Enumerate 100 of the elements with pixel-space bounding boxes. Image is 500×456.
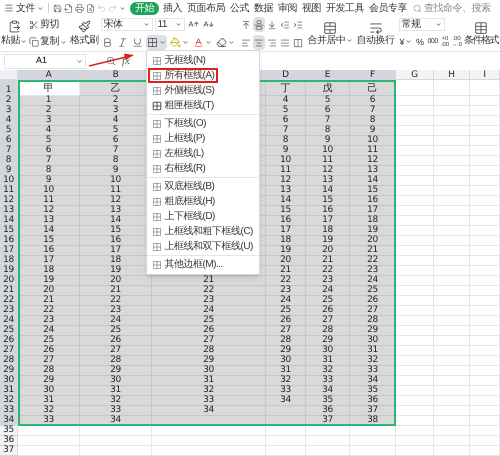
row-header[interactable]: 17 (0, 246, 18, 256)
row-header[interactable]: 3 (0, 106, 18, 116)
row-header[interactable]: 22 (0, 296, 18, 306)
row-header[interactable]: 13 (0, 206, 18, 216)
row-header[interactable]: 18 (0, 256, 18, 266)
table-cell: 23 (306, 276, 350, 286)
row-header[interactable]: 9 (0, 166, 18, 176)
menu-item[interactable]: 无框线(N) (148, 53, 210, 68)
row-header[interactable]: 4 (0, 116, 18, 126)
save-button[interactable] (53, 4, 62, 12)
row-header[interactable]: 33 (0, 406, 18, 416)
wrap-text-button[interactable]: 自动换行 (354, 16, 396, 51)
merge-center-button[interactable]: 合并居中 (306, 16, 354, 51)
ribbon-tab[interactable]: 审阅 (277, 2, 298, 14)
table-cell (396, 80, 434, 96)
row-header[interactable]: 12 (0, 196, 18, 206)
column-header[interactable]: I (470, 70, 500, 80)
ribbon-tab[interactable]: 插入 (162, 2, 183, 14)
row-header[interactable]: 1 (0, 80, 18, 96)
table-cell (434, 106, 470, 116)
row-header[interactable]: 24 (0, 316, 18, 326)
table-cell (396, 306, 434, 316)
ribbon-tab[interactable]: 数据 (253, 2, 274, 14)
number-format-select[interactable]: 常规 (398, 18, 444, 31)
customize-button[interactable] (119, 4, 126, 12)
column-header[interactable]: F (350, 70, 396, 80)
currency-button[interactable]: ¥ (398, 34, 414, 49)
column-header[interactable]: D (266, 70, 306, 80)
table-cell (396, 216, 434, 226)
table-icon (474, 20, 488, 34)
row-header[interactable]: 16 (0, 236, 18, 246)
table-cell: 9 (266, 146, 306, 156)
ribbon-tab[interactable]: 会员专享 (368, 2, 408, 14)
paste-button[interactable]: 粘贴 (2, 16, 26, 51)
row-header[interactable]: 34 (0, 416, 18, 426)
file-menu[interactable]: 文件 (4, 0, 44, 16)
row-header[interactable]: 8 (0, 156, 18, 166)
borders-button[interactable] (146, 35, 166, 50)
ribbon-tab[interactable]: 公式 (229, 2, 250, 14)
ribbon-tab[interactable]: 视图 (301, 2, 322, 14)
cut-button[interactable]: 剪切 (28, 18, 68, 32)
row-header[interactable]: 6 (0, 136, 18, 146)
column-header[interactable]: H (434, 70, 470, 80)
export-button[interactable] (64, 4, 73, 12)
row-header[interactable]: 7 (0, 146, 18, 156)
row-header[interactable]: 21 (0, 286, 18, 296)
column-header[interactable]: A (18, 70, 80, 80)
table-cell (434, 336, 470, 346)
table-cell (434, 296, 470, 306)
conditional-format-button[interactable]: 条件格式 (464, 16, 498, 51)
table-cell: 15 (266, 206, 306, 216)
column-header[interactable]: G (396, 70, 434, 80)
print-preview-button[interactable] (86, 4, 95, 12)
table-cell (470, 126, 500, 136)
table-cell (470, 326, 500, 336)
table-cell (470, 306, 500, 316)
row-header[interactable]: 19 (0, 266, 18, 276)
font-select[interactable]: 宋体 (100, 18, 152, 31)
command-search-field[interactable]: 查找命令、搜索 (413, 0, 490, 16)
table-cell (470, 376, 500, 386)
clear-button[interactable] (214, 35, 236, 50)
menu-item[interactable]: 所有框线(A) (148, 68, 218, 83)
row-header[interactable]: 36 (0, 436, 18, 446)
fill-color-button[interactable] (168, 35, 190, 50)
row-header[interactable]: 35 (0, 426, 18, 436)
column-header[interactable]: E (306, 70, 350, 80)
printer-button[interactable] (75, 4, 84, 12)
align-center-button[interactable] (252, 35, 264, 50)
row-header[interactable]: 30 (0, 376, 18, 386)
row-header[interactable]: 37 (0, 446, 18, 456)
name-box[interactable]: A1 (4, 54, 86, 68)
align-middle-button[interactable] (252, 17, 264, 32)
row-header[interactable]: 10 (0, 176, 18, 186)
row-header[interactable]: 29 (0, 366, 18, 376)
ribbon-tab[interactable]: 页面布局 (186, 2, 226, 14)
row-header[interactable]: 5 (0, 126, 18, 136)
row-header[interactable]: 31 (0, 386, 18, 396)
table-cell: 12 (350, 156, 396, 166)
row-header[interactable]: 14 (0, 216, 18, 226)
row-header[interactable]: 11 (0, 186, 18, 196)
row-header[interactable]: 15 (0, 226, 18, 236)
font-size-select[interactable]: 11 (154, 18, 184, 31)
copy-button[interactable]: 复制 (28, 34, 68, 50)
row-header[interactable]: 25 (0, 326, 18, 336)
percent-button[interactable]: % (415, 34, 425, 49)
table-cell: 15 (306, 196, 350, 206)
format-painter-button[interactable]: 格式刷 (70, 16, 98, 51)
row-header[interactable]: 27 (0, 346, 18, 356)
row-header[interactable]: 23 (0, 306, 18, 316)
row-header[interactable]: 28 (0, 356, 18, 366)
row-header[interactable]: 32 (0, 396, 18, 406)
row-header[interactable]: 2 (0, 96, 18, 106)
table-cell: 9 (306, 136, 350, 146)
row-header[interactable]: 26 (0, 336, 18, 346)
table-cell: 25 (18, 336, 80, 346)
ribbon-tab[interactable]: 开发工具 (325, 2, 365, 14)
row-header[interactable]: 20 (0, 276, 18, 286)
table-cell: 15 (350, 186, 396, 196)
table-cell: 27 (266, 326, 306, 336)
table-cell: 23 (266, 286, 306, 296)
